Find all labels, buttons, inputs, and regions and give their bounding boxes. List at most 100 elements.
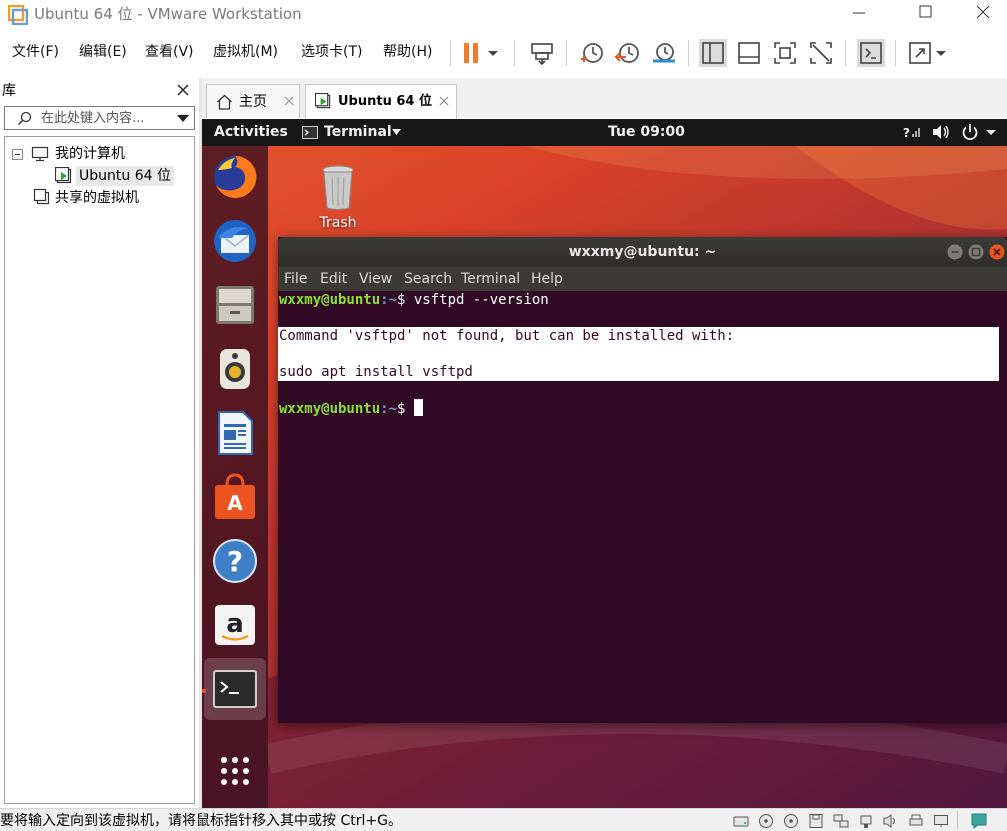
toolbar-separator bbox=[566, 40, 567, 66]
chevron-down-icon[interactable] bbox=[932, 39, 950, 67]
maximize-button[interactable] bbox=[902, 0, 948, 26]
prompt-path: :~ bbox=[380, 292, 398, 308]
collapse-icon[interactable] bbox=[12, 149, 23, 160]
vm-running-icon bbox=[55, 167, 72, 184]
firefox-icon[interactable] bbox=[210, 152, 260, 202]
menu-tabs[interactable]: 选项卡(T) bbox=[301, 42, 362, 62]
send-keys-icon[interactable] bbox=[528, 39, 556, 67]
amazon-icon[interactable]: a bbox=[210, 600, 260, 650]
close-icon[interactable] bbox=[989, 244, 1005, 260]
shared-vms-icon bbox=[33, 188, 50, 205]
svg-text:?: ? bbox=[227, 545, 243, 578]
show-applications-icon[interactable] bbox=[210, 746, 260, 796]
terminal-window[interactable]: wxxmy@ubuntu: ~ File Edit View Search Te… bbox=[278, 237, 1007, 723]
network-question-icon[interactable]: ? bbox=[902, 123, 922, 141]
terminal-output-line: sudo apt install vsftpd bbox=[279, 364, 473, 380]
usb-icon[interactable] bbox=[858, 813, 874, 829]
tab-strip: 主页 Ubuntu 64 位 bbox=[202, 78, 1007, 119]
status-separator bbox=[957, 811, 958, 829]
printer-icon[interactable] bbox=[908, 813, 924, 829]
power-icon[interactable] bbox=[960, 123, 980, 141]
tab-ubuntu-vm[interactable]: Ubuntu 64 位 bbox=[305, 84, 457, 119]
terminal-output-line: Command 'vsftpd' not found, but can be i… bbox=[279, 328, 735, 344]
message-log-icon[interactable] bbox=[970, 812, 988, 830]
vm-running-icon bbox=[315, 93, 331, 109]
maximize-icon[interactable] bbox=[968, 244, 984, 260]
vm-console[interactable]: Activities Terminal Tue 09:00 ? A ? a Tr… bbox=[202, 119, 1007, 808]
tree-item-my-computer[interactable]: 我的计算机 bbox=[55, 144, 125, 164]
snapshot-icon[interactable] bbox=[578, 39, 606, 67]
cd-rom-icon[interactable] bbox=[783, 813, 799, 829]
menu-help[interactable]: 帮助(H) bbox=[383, 42, 432, 62]
tab-home[interactable]: 主页 bbox=[206, 84, 300, 118]
terminal-prompt-line: wxxmy@ubuntu:~$ bbox=[279, 399, 423, 417]
menu-toolbar: 文件(F) 编辑(E) 查看(V) 虚拟机(M) 选项卡(T) 帮助(H) bbox=[0, 32, 1007, 74]
library-search-box[interactable] bbox=[4, 106, 195, 130]
desktop-trash[interactable]: Trash bbox=[310, 163, 366, 235]
terminal-menu-file[interactable]: File bbox=[284, 270, 307, 288]
chevron-down-icon[interactable] bbox=[484, 39, 502, 67]
terminal-menu-edit[interactable]: Edit bbox=[320, 270, 347, 288]
window-title-bar: Ubuntu 64 位 - VMware Workstation bbox=[0, 0, 1007, 32]
tree-item-shared-vms[interactable]: 共享的虚拟机 bbox=[55, 188, 139, 208]
terminal-title-bar[interactable]: wxxmy@ubuntu: ~ bbox=[278, 237, 1007, 267]
volume-icon[interactable] bbox=[931, 123, 951, 141]
sound-card-icon[interactable] bbox=[883, 813, 899, 829]
library-tree: 我的计算机 Ubuntu 64 位 共享的虚拟机 bbox=[4, 136, 195, 804]
show-library-icon[interactable] bbox=[699, 39, 727, 67]
search-input[interactable] bbox=[41, 109, 171, 127]
close-icon[interactable] bbox=[438, 95, 450, 107]
minimize-button[interactable] bbox=[836, 0, 882, 26]
terminal-menu-terminal[interactable]: Terminal bbox=[461, 270, 520, 288]
cd-rom-icon[interactable] bbox=[758, 813, 774, 829]
network-adapter-icon[interactable] bbox=[833, 813, 849, 829]
terminal-icon[interactable] bbox=[210, 664, 260, 714]
hard-disk-icon[interactable] bbox=[733, 813, 749, 829]
thunderbird-icon[interactable] bbox=[210, 216, 260, 266]
prompt-symbol: $ bbox=[397, 292, 414, 308]
prompt-user: wxxmy@ubuntu bbox=[279, 292, 381, 308]
minimize-icon[interactable] bbox=[947, 244, 963, 260]
menu-file[interactable]: 文件(F) bbox=[12, 42, 59, 62]
menu-view[interactable]: 查看(V) bbox=[145, 42, 194, 62]
menu-edit[interactable]: 编辑(E) bbox=[79, 42, 127, 62]
close-icon[interactable] bbox=[283, 95, 295, 107]
display-icon[interactable] bbox=[933, 813, 949, 829]
libreoffice-writer-icon[interactable] bbox=[210, 408, 260, 458]
snapshot-manager-icon[interactable] bbox=[650, 39, 678, 67]
toolbar-separator bbox=[845, 40, 846, 66]
chevron-down-icon[interactable] bbox=[985, 123, 997, 141]
terminal-menu-view[interactable]: View bbox=[359, 270, 392, 288]
terminal-body[interactable]: wxxmy@ubuntu:~$ vsftpd --version Command… bbox=[278, 291, 1007, 723]
library-panel: 库 我的计算机 Ubuntu 64 位 bbox=[0, 78, 199, 808]
close-window-button[interactable] bbox=[960, 0, 1006, 26]
pause-icon[interactable] bbox=[458, 39, 486, 67]
home-icon bbox=[217, 94, 232, 110]
terminal-icon bbox=[302, 126, 318, 139]
terminal-menu-help[interactable]: Help bbox=[531, 270, 563, 288]
activities-button[interactable]: Activities bbox=[214, 123, 288, 142]
help-icon[interactable]: ? bbox=[210, 536, 260, 586]
terminal-menu-search[interactable]: Search bbox=[404, 270, 452, 288]
menu-vm[interactable]: 虚拟机(M) bbox=[213, 42, 278, 62]
search-icon bbox=[18, 111, 32, 125]
chevron-down-icon[interactable] bbox=[177, 115, 189, 123]
tab-ubuntu-vm-label: Ubuntu 64 位 bbox=[338, 94, 432, 109]
clock[interactable]: Tue 09:00 bbox=[608, 123, 685, 142]
revert-snapshot-icon[interactable] bbox=[614, 39, 642, 67]
ubuntu-software-icon[interactable]: A bbox=[210, 472, 260, 522]
trash-icon bbox=[322, 165, 354, 210]
floppy-icon[interactable] bbox=[808, 813, 824, 829]
prompt-path: :~ bbox=[380, 401, 398, 417]
rhythmbox-icon[interactable] bbox=[210, 344, 260, 394]
unity-mode-icon[interactable] bbox=[807, 39, 835, 67]
fullscreen-icon[interactable] bbox=[771, 39, 799, 67]
tree-item-ubuntu-vm[interactable]: Ubuntu 64 位 bbox=[76, 166, 174, 186]
thumbnail-bar-icon[interactable] bbox=[735, 39, 763, 67]
files-icon[interactable] bbox=[210, 280, 260, 330]
close-icon[interactable] bbox=[175, 82, 191, 98]
toolbar-separator bbox=[514, 40, 515, 66]
console-view-icon[interactable] bbox=[857, 39, 885, 67]
stretch-guest-icon[interactable] bbox=[906, 39, 934, 67]
ubuntu-dock: A ? a bbox=[202, 146, 268, 808]
